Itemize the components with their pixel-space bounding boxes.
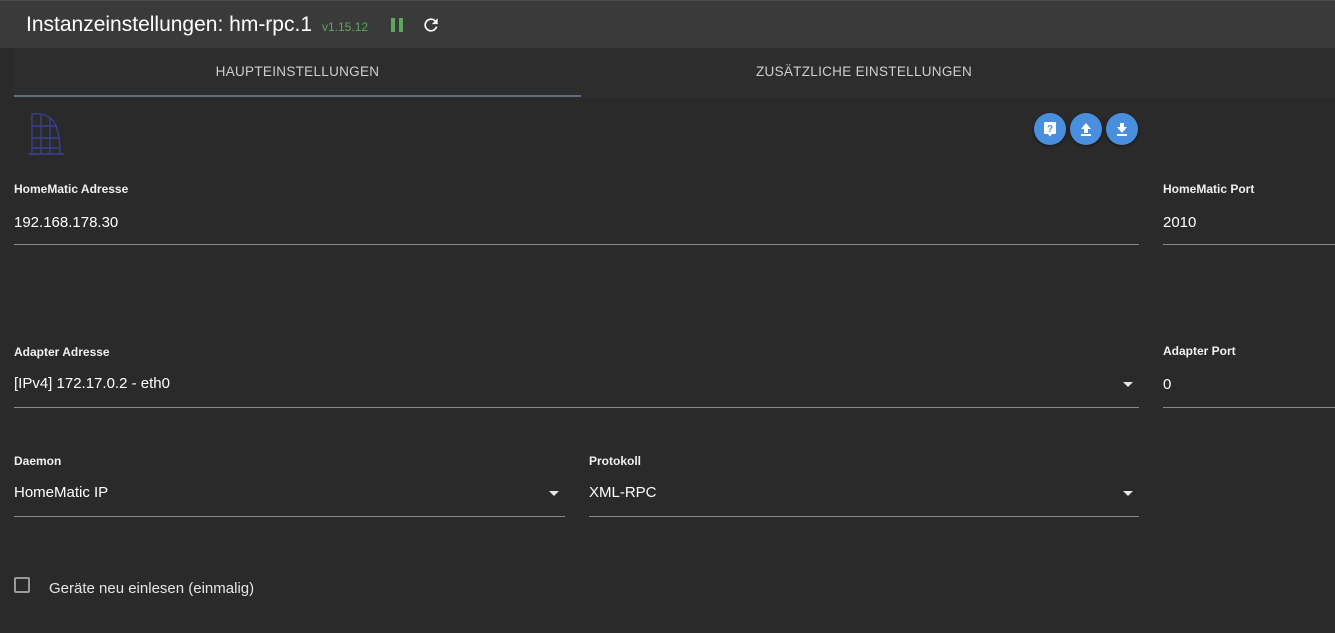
protocol-value[interactable]: XML-RPC	[589, 484, 657, 501]
homematic-address-label: HomeMatic Adresse	[14, 182, 129, 196]
protocol-underline	[589, 516, 1139, 517]
active-tab-indicator	[14, 95, 581, 97]
daemon-value[interactable]: HomeMatic IP	[14, 484, 108, 501]
svg-text:?: ?	[1047, 124, 1053, 135]
chevron-down-icon[interactable]	[1123, 382, 1133, 387]
homematic-port-input[interactable]: 2010	[1163, 214, 1196, 231]
protocol-label: Protokoll	[589, 454, 642, 468]
homematic-port-field[interactable]: HomeMatic Port 2010	[1163, 182, 1335, 246]
upload-icon	[1081, 123, 1091, 136]
homematic-address-field[interactable]: HomeMatic Adresse 192.168.178.30	[14, 182, 1139, 246]
daemon-label: Daemon	[14, 454, 62, 468]
tab-additional-settings[interactable]: ZUSÄTZLICHE EINSTELLUNGEN	[581, 48, 1147, 96]
protocol-select[interactable]: Protokoll XML-RPC	[589, 454, 1139, 518]
adapter-port-underline	[1163, 407, 1335, 408]
pause-icon[interactable]	[390, 17, 404, 33]
homematic-port-underline	[1163, 244, 1335, 245]
adapter-port-input[interactable]: 0	[1163, 376, 1171, 393]
reread-devices-label[interactable]: Geräte neu einlesen (einmalig)	[49, 580, 254, 597]
adapter-address-label: Adapter Adresse	[14, 345, 110, 359]
download-button[interactable]	[1106, 113, 1138, 145]
chevron-down-icon[interactable]	[549, 491, 559, 496]
page-title: Instanzeinstellungen: hm-rpc.1	[26, 13, 312, 36]
reload-icon[interactable]	[421, 15, 441, 35]
tab-main-settings[interactable]: HAUPTEINSTELLUNGEN	[14, 48, 581, 96]
help-button[interactable]: ?	[1034, 113, 1066, 145]
reread-devices-checkbox[interactable]	[14, 577, 30, 593]
homematic-port-label: HomeMatic Port	[1163, 182, 1255, 196]
tab-bar: HAUPTEINSTELLUNGEN ZUSÄTZLICHE EINSTELLU…	[14, 48, 1335, 98]
adapter-port-field[interactable]: Adapter Port 0	[1163, 344, 1335, 408]
homematic-address-underline	[14, 244, 1139, 245]
version-label: v1.15.12	[322, 20, 369, 34]
upload-button[interactable]	[1070, 113, 1102, 145]
adapter-logo-icon	[28, 112, 64, 155]
daemon-select[interactable]: Daemon HomeMatic IP	[14, 454, 565, 518]
adapter-port-label: Adapter Port	[1163, 344, 1236, 358]
chevron-down-icon[interactable]	[1123, 491, 1133, 496]
download-icon	[1117, 123, 1127, 136]
daemon-underline	[14, 516, 565, 517]
help-icon: ?	[1044, 122, 1056, 137]
title-bar: Instanzeinstellungen: hm-rpc.1 v1.15.12	[0, 0, 1335, 48]
adapter-address-select[interactable]: Adapter Adresse [IPv4] 172.17.0.2 - eth0	[14, 345, 1139, 409]
homematic-address-input[interactable]: 192.168.178.30	[14, 214, 118, 231]
adapter-address-underline	[14, 407, 1139, 408]
adapter-address-value[interactable]: [IPv4] 172.17.0.2 - eth0	[14, 375, 170, 392]
